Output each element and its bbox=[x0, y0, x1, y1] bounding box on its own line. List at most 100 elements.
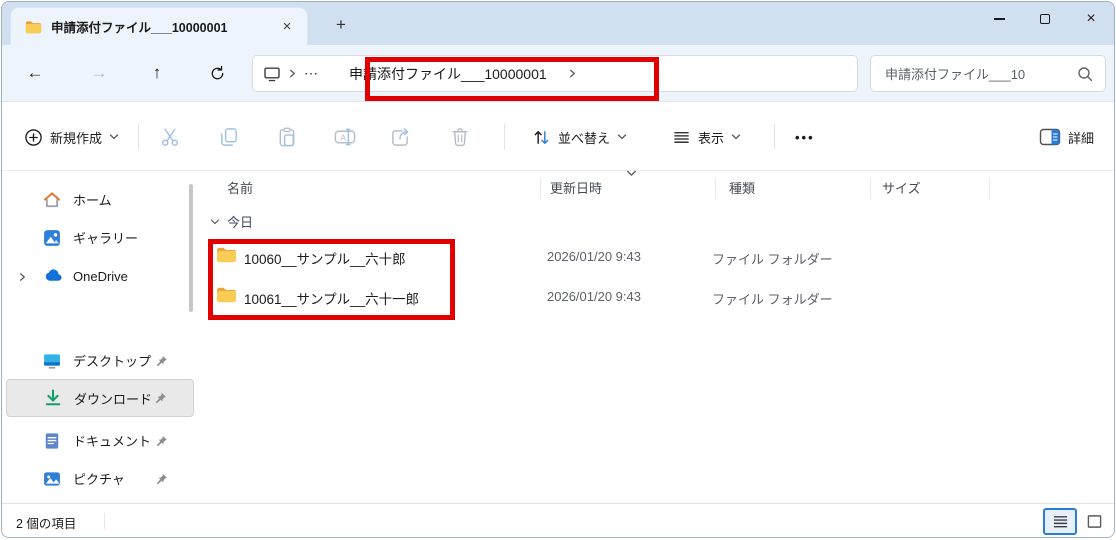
details-pane-button[interactable]: 詳細 bbox=[1033, 103, 1100, 171]
column-header-name[interactable]: 名前 bbox=[227, 178, 253, 197]
file-row[interactable]: 10061__サンプル__六十一郎 2026/01/20 9:43 ファイル フ… bbox=[202, 276, 1100, 316]
sidebar-item-label: ドキュメント bbox=[73, 434, 152, 449]
paste-button[interactable] bbox=[277, 126, 298, 147]
group-label: 今日 bbox=[227, 215, 254, 230]
pin-icon bbox=[155, 434, 168, 447]
share-button[interactable] bbox=[390, 126, 411, 147]
status-divider bbox=[104, 513, 105, 529]
view-button[interactable]: 表示 bbox=[666, 103, 747, 171]
icons-view-toggle[interactable] bbox=[1079, 508, 1109, 535]
column-divider[interactable] bbox=[870, 178, 871, 199]
search-icon bbox=[1076, 65, 1094, 88]
sidebar-item-label: OneDrive bbox=[73, 269, 128, 284]
chevron-down-icon bbox=[731, 133, 741, 141]
refresh-button[interactable] bbox=[199, 56, 235, 90]
sidebar-item-onedrive[interactable]: OneDrive bbox=[6, 260, 194, 293]
sidebar-item-label: ホーム bbox=[73, 193, 112, 208]
gallery-icon bbox=[42, 228, 62, 248]
file-list: 名前 更新日時 種類 サイズ 今日 10060__サンプル__六十郎 2026/… bbox=[202, 170, 1114, 503]
details-pane-icon bbox=[1039, 128, 1061, 146]
sidebar-item-documents[interactable]: ドキュメント bbox=[6, 424, 194, 457]
details-view-icon bbox=[1053, 516, 1067, 528]
chevron-down-icon bbox=[109, 133, 119, 141]
minimize-icon bbox=[993, 18, 1005, 20]
details-label: 詳細 bbox=[1067, 130, 1094, 146]
paste-icon bbox=[279, 127, 295, 146]
command-bar: 新規作成 A 並べ替え 表示 ••• 詳細 bbox=[2, 103, 1114, 171]
onedrive-cloud-icon bbox=[42, 267, 62, 287]
file-type: ファイル フォルダー bbox=[712, 292, 833, 307]
details-view-toggle[interactable] bbox=[1043, 508, 1077, 535]
address-bar[interactable]: ⋯ 申請添付ファイル___10000001 bbox=[252, 55, 858, 92]
column-divider[interactable] bbox=[989, 178, 990, 199]
close-icon: × bbox=[1086, 10, 1096, 27]
sidebar-item-downloads[interactable]: ダウンロード bbox=[6, 379, 194, 417]
file-name: 10061__サンプル__六十一郎 bbox=[244, 292, 420, 307]
copy-button[interactable] bbox=[219, 126, 240, 147]
new-button[interactable]: 新規作成 bbox=[18, 103, 125, 171]
rename-button[interactable]: A bbox=[334, 126, 357, 147]
back-button[interactable]: ← bbox=[17, 56, 53, 90]
column-header-type[interactable]: 種類 bbox=[729, 178, 755, 197]
home-icon bbox=[42, 190, 62, 210]
toolbar-divider bbox=[504, 124, 505, 150]
group-header-today[interactable]: 今日 bbox=[210, 212, 253, 231]
icons-view-icon bbox=[1087, 515, 1101, 528]
delete-button[interactable] bbox=[450, 126, 471, 147]
sidebar-item-gallery[interactable]: ギャラリー bbox=[6, 221, 194, 254]
new-label: 新規作成 bbox=[50, 130, 103, 146]
new-tab-button[interactable]: + bbox=[326, 11, 356, 38]
sidebar-item-home[interactable]: ホーム bbox=[6, 183, 194, 216]
tab-bar: 申請添付ファイル___10000001 × + × bbox=[2, 2, 1114, 45]
file-row[interactable]: 10060__サンプル__六十郎 2026/01/20 9:43 ファイル フォ… bbox=[202, 236, 1100, 276]
expand-chevron-icon[interactable] bbox=[18, 271, 27, 282]
toolbar-divider bbox=[138, 124, 139, 150]
documents-icon bbox=[42, 431, 62, 451]
downloads-icon bbox=[43, 388, 63, 408]
window-controls: × bbox=[976, 2, 1114, 36]
sidebar-item-label: ダウンロード bbox=[74, 391, 153, 407]
sidebar-scrollbar[interactable] bbox=[189, 184, 193, 312]
search-input[interactable]: 申請添付ファイル___10 bbox=[870, 55, 1106, 92]
breadcrumb-chevron-icon bbox=[288, 68, 297, 79]
minimize-button[interactable] bbox=[976, 2, 1022, 36]
forward-button[interactable]: → bbox=[81, 56, 117, 90]
file-date: 2026/01/20 9:43 bbox=[547, 249, 641, 264]
new-plus-icon bbox=[25, 128, 42, 146]
navigation-pane: ホーム ギャラリー OneDrive デスクトップ ダウンロード ドキュメント bbox=[2, 172, 202, 503]
column-header-size[interactable]: サイズ bbox=[882, 178, 921, 197]
sidebar-item-desktop[interactable]: デスクトップ bbox=[6, 344, 194, 377]
item-count: 2 個の項目 bbox=[16, 517, 77, 531]
tab-close-button[interactable]: × bbox=[275, 15, 299, 39]
pin-icon bbox=[155, 472, 168, 485]
close-button[interactable]: × bbox=[1068, 2, 1114, 36]
rename-icon: A bbox=[334, 128, 356, 145]
folder-icon bbox=[25, 20, 42, 33]
pictures-icon bbox=[42, 469, 62, 489]
maximize-button[interactable] bbox=[1022, 2, 1068, 36]
explorer-window: 申請添付ファイル___10000001 × + × ← → ↑ ⋯ 申請添付ファ… bbox=[1, 1, 1115, 538]
trash-icon bbox=[452, 127, 468, 146]
share-icon bbox=[392, 127, 409, 146]
group-collapse-icon bbox=[210, 218, 220, 226]
copy-icon bbox=[221, 127, 237, 146]
sidebar-item-label: ピクチャ bbox=[73, 472, 125, 487]
column-header-date[interactable]: 更新日時 bbox=[550, 178, 602, 197]
maximize-icon bbox=[1040, 14, 1050, 24]
more-options-button[interactable]: ••• bbox=[795, 103, 815, 171]
up-button[interactable]: ↑ bbox=[139, 56, 175, 90]
cut-button[interactable] bbox=[160, 126, 181, 147]
view-lines-icon bbox=[674, 131, 689, 143]
explorer-tab[interactable]: 申請添付ファイル___10000001 × bbox=[10, 7, 308, 45]
breadcrumb-current-folder[interactable]: 申請添付ファイル___10000001 bbox=[349, 64, 547, 84]
column-divider[interactable] bbox=[715, 178, 716, 199]
status-bar: 2 個の項目 bbox=[2, 503, 1114, 537]
sidebar-item-pictures[interactable]: ピクチャ bbox=[6, 462, 194, 495]
breadcrumb-overflow-button[interactable]: ⋯ bbox=[304, 65, 319, 82]
sort-button[interactable]: 並べ替え bbox=[526, 103, 633, 171]
breadcrumb-chevron-icon bbox=[568, 68, 577, 79]
chevron-down-icon bbox=[617, 133, 627, 141]
column-divider[interactable] bbox=[540, 178, 541, 199]
file-type: ファイル フォルダー bbox=[712, 252, 833, 267]
file-date: 2026/01/20 9:43 bbox=[547, 289, 641, 304]
